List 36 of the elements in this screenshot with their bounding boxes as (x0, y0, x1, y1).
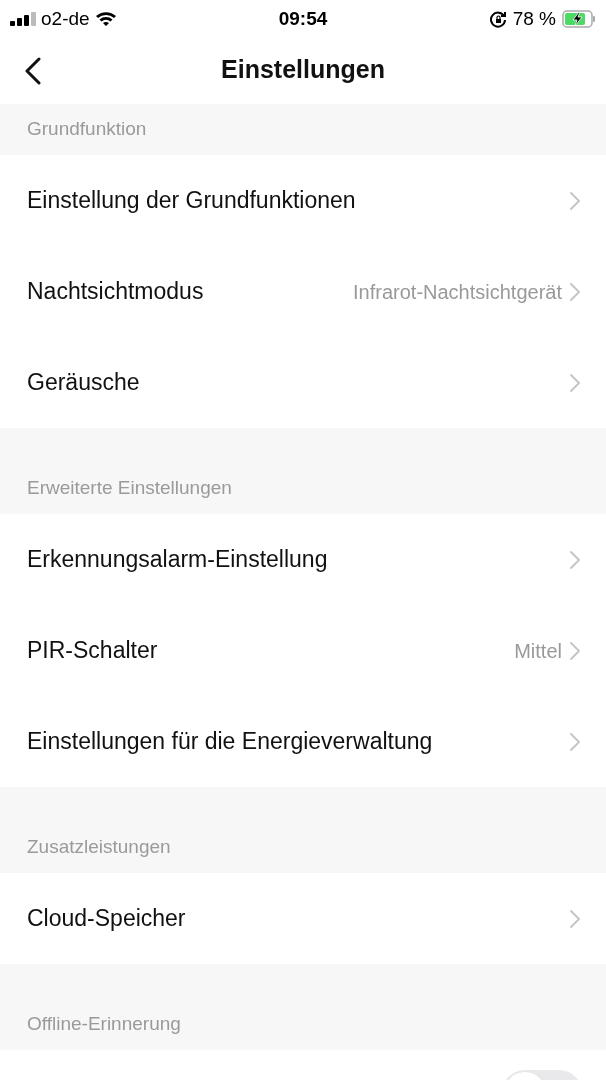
row-label: Geräusche (27, 368, 141, 398)
section-header: Grundfunktion (27, 116, 147, 141)
row-label: Erkennungsalarm-Einstellung (27, 545, 329, 575)
row-label: Einstellung der Grundfunktionen (27, 186, 357, 216)
rotation-lock-icon (489, 10, 507, 28)
chevron-right-icon (570, 909, 580, 928)
row-label: Einstellungen für die Energieverwaltung (27, 727, 434, 757)
battery-percent: 78 % (512, 6, 556, 31)
settings-row[interactable]: Geräusche (0, 337, 606, 428)
settings-row[interactable]: Einstellung der Grundfunktionen (0, 155, 606, 246)
chevron-right-icon (570, 282, 580, 301)
chevron-right-icon (570, 550, 580, 569)
chevron-right-icon (570, 732, 580, 751)
settings-row[interactable]: Einstellungen für die Energieverwaltung (0, 696, 606, 787)
chevron-right-icon (570, 373, 580, 392)
settings-row[interactable]: Nachtsichtmodus Infrarot-Nachtsichtgerät (0, 246, 606, 337)
chevron-right-icon (570, 641, 580, 660)
wifi-icon (94, 11, 117, 27)
settings-row[interactable]: PIR-Schalter Mittel (0, 605, 606, 696)
battery-charging-icon (562, 10, 596, 28)
carrier-name: o2-de (41, 6, 90, 31)
row-label: Cloud-Speicher (27, 904, 187, 934)
settings-row[interactable]: Cloud-Speicher (0, 873, 606, 964)
row-value: Mittel (514, 638, 562, 664)
back-icon (25, 57, 41, 85)
settings-row[interactable]: Erkennungsalarm-Einstellung (0, 514, 606, 605)
clock-time: 09:54 (278, 6, 328, 31)
page-title: Einstellungen (221, 54, 385, 86)
signal-icon (10, 12, 36, 26)
chevron-right-icon (570, 191, 580, 210)
section-header: Erweiterte Einstellungen (27, 475, 232, 500)
section-header: Zusatzleistungen (27, 834, 171, 859)
section-header: Offline-Erinnerung (27, 1011, 181, 1036)
row-label: PIR-Schalter (27, 636, 159, 666)
row-value: Infrarot-Nachtsichtgerät (353, 279, 562, 305)
row-label: Nachtsichtmodus (27, 277, 205, 307)
